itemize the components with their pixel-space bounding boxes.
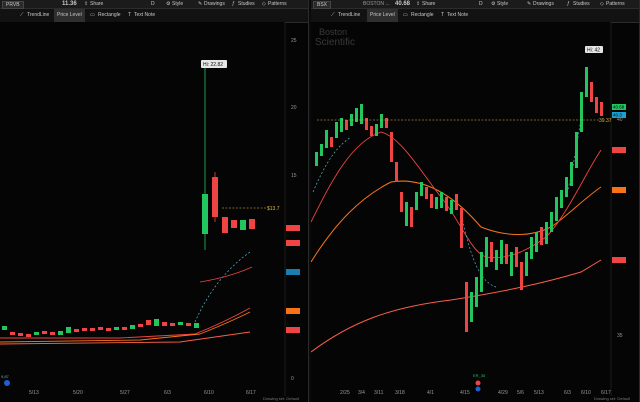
left-value-tag — [286, 269, 300, 275]
right-rectangle-tool[interactable]: Rectangle — [411, 9, 434, 22]
right-x-tick: 3/4 — [358, 390, 365, 396]
right-x-tick: 4/1 — [427, 390, 434, 396]
left-x-tick: 5/20 — [73, 390, 83, 396]
left-chart-panel: PRVB 11.36 ⇪ Share D ⚙ Style ✎ Drawings … — [0, 0, 309, 402]
right-last-price: 40.68 — [395, 1, 411, 7]
right-event-label: ER_35 — [473, 373, 486, 378]
left-symbol-field[interactable]: PRVB — [2, 1, 24, 9]
share-icon[interactable]: ⇪ — [416, 0, 420, 8]
right-trendline-tool[interactable]: TrendLine — [338, 9, 360, 22]
left-event-marker-icon[interactable] — [4, 380, 10, 386]
text-note-icon[interactable]: T — [128, 9, 131, 22]
right-chart-panel: BSX BOSTON ... 40.68 ⇪ Share D ⚙ Style ✎… — [311, 0, 640, 402]
right-earnings-marker-icon[interactable] — [475, 380, 481, 386]
left-header-bar: PRVB 11.36 ⇪ Share D ⚙ Style ✎ Drawings … — [0, 0, 308, 9]
rectangle-icon[interactable]: ▭ — [403, 9, 408, 22]
left-price-chart[interactable]: 25 20 15 10 5 0 5/13 5/20 5/27 6/3 6/10 … — [0, 22, 308, 396]
right-price-level-tool[interactable]: Price Level — [367, 9, 398, 22]
right-company-name: BOSTON ... — [363, 1, 390, 7]
right-style-button[interactable]: Style — [497, 0, 508, 8]
right-x-tick: 4/15 — [460, 390, 470, 396]
right-value-tag — [612, 257, 626, 263]
style-icon[interactable]: ⚙ — [166, 0, 170, 8]
right-header-bar: BSX BOSTON ... 40.68 ⇪ Share D ⚙ Style ✎… — [311, 0, 639, 9]
right-x-tick: 6/10 — [581, 390, 591, 396]
right-period-selector[interactable]: D — [479, 0, 483, 8]
left-drawing-toolbar: ⟋ TrendLine Price Level ▭ Rectangle T Te… — [0, 9, 308, 23]
right-price-tag-text: 40.68 — [613, 105, 625, 110]
left-x-tick: 6/17 — [246, 390, 256, 396]
right-studies-button[interactable]: Studies — [573, 0, 590, 8]
left-rectangle-tool[interactable]: Rectangle — [98, 9, 121, 22]
right-footer-text: Drawing set: Default — [594, 396, 631, 401]
right-x-tick: 5/13 — [534, 390, 544, 396]
right-price-level-label: 39.37 — [599, 118, 612, 124]
right-hi-label: Hi: 42 — [587, 48, 600, 54]
left-y-tick: 20 — [291, 105, 297, 111]
patterns-icon[interactable]: ◇ — [600, 0, 604, 8]
left-x-tick: 6/3 — [164, 390, 171, 396]
right-x-tick: 3/18 — [395, 390, 405, 396]
right-value-tag — [612, 187, 626, 193]
left-corner-label: 9,87 — [1, 374, 10, 379]
share-icon[interactable]: ⇪ — [84, 0, 88, 8]
right-x-tick: 2/25 — [340, 390, 350, 396]
drawings-icon[interactable]: ✎ — [198, 0, 202, 8]
left-drawings-button[interactable]: Drawings — [204, 0, 225, 8]
left-share-button[interactable]: Share — [90, 0, 103, 8]
right-patterns-button[interactable]: Patterns — [606, 0, 625, 8]
left-y-tick: 0 — [291, 376, 294, 382]
left-spike-candle — [202, 194, 208, 234]
patterns-icon[interactable]: ◇ — [262, 0, 266, 8]
style-icon[interactable]: ⚙ — [491, 0, 495, 8]
right-price-chart[interactable]: Boston Scientific 40 35 2/25 3/4 3/11 3/… — [311, 22, 639, 396]
trendline-icon[interactable]: ⟋ — [20, 9, 24, 22]
left-patterns-button[interactable]: Patterns — [268, 0, 287, 8]
right-drawing-toolbar: ⟋ TrendLine Price Level ▭ Rectangle T Te… — [311, 9, 639, 23]
left-style-button[interactable]: Style — [172, 0, 183, 8]
left-x-tick: 5/27 — [120, 390, 130, 396]
left-trendline-tool[interactable]: TrendLine — [27, 9, 49, 22]
right-x-tick: 5/6 — [517, 390, 524, 396]
left-price-level-label: $13.7 — [267, 206, 280, 212]
text-note-icon[interactable]: T — [441, 9, 444, 22]
left-red-candle — [212, 177, 218, 217]
right-watermark-line2: Scientific — [315, 37, 355, 48]
left-hi-label: Hi: 22.82 — [203, 62, 223, 68]
right-price-tag-text: 40.3 — [613, 113, 622, 118]
right-x-tick: 3/11 — [374, 390, 384, 396]
left-price-level-tool[interactable]: Price Level — [54, 9, 85, 22]
studies-icon[interactable]: ƒ — [567, 0, 570, 8]
left-y-tick: 25 — [291, 38, 297, 44]
left-y-tick: 15 — [291, 173, 297, 179]
right-x-tick: 4/29 — [498, 390, 508, 396]
left-x-tick: 5/13 — [29, 390, 39, 396]
right-text-note-tool[interactable]: Text Note — [447, 9, 468, 22]
left-value-tag — [286, 327, 300, 333]
left-text-note-tool[interactable]: Text Note — [134, 9, 155, 22]
right-share-button[interactable]: Share — [422, 0, 435, 8]
rectangle-icon[interactable]: ▭ — [90, 9, 95, 22]
left-value-tag — [286, 308, 300, 314]
left-value-tag — [286, 225, 300, 231]
studies-icon[interactable]: ƒ — [232, 0, 235, 8]
right-value-tag — [612, 147, 626, 153]
drawings-icon[interactable]: ✎ — [527, 0, 531, 8]
left-value-tag — [286, 240, 300, 246]
left-period-selector[interactable]: D — [151, 0, 155, 8]
left-x-tick: 6/10 — [204, 390, 214, 396]
right-watermark-line1: Boston — [319, 27, 347, 37]
right-x-tick: 6/3 — [564, 390, 571, 396]
right-drawings-button[interactable]: Drawings — [533, 0, 554, 8]
left-studies-button[interactable]: Studies — [238, 0, 255, 8]
left-footer-text: Drawing set: Default — [263, 396, 300, 401]
right-dividend-marker-icon[interactable] — [475, 386, 481, 392]
right-symbol-field[interactable]: BSX — [313, 1, 332, 9]
right-y-tick: 35 — [617, 333, 623, 339]
trendline-icon[interactable]: ⟋ — [331, 9, 335, 22]
left-last-price: 11.36 — [62, 1, 77, 7]
